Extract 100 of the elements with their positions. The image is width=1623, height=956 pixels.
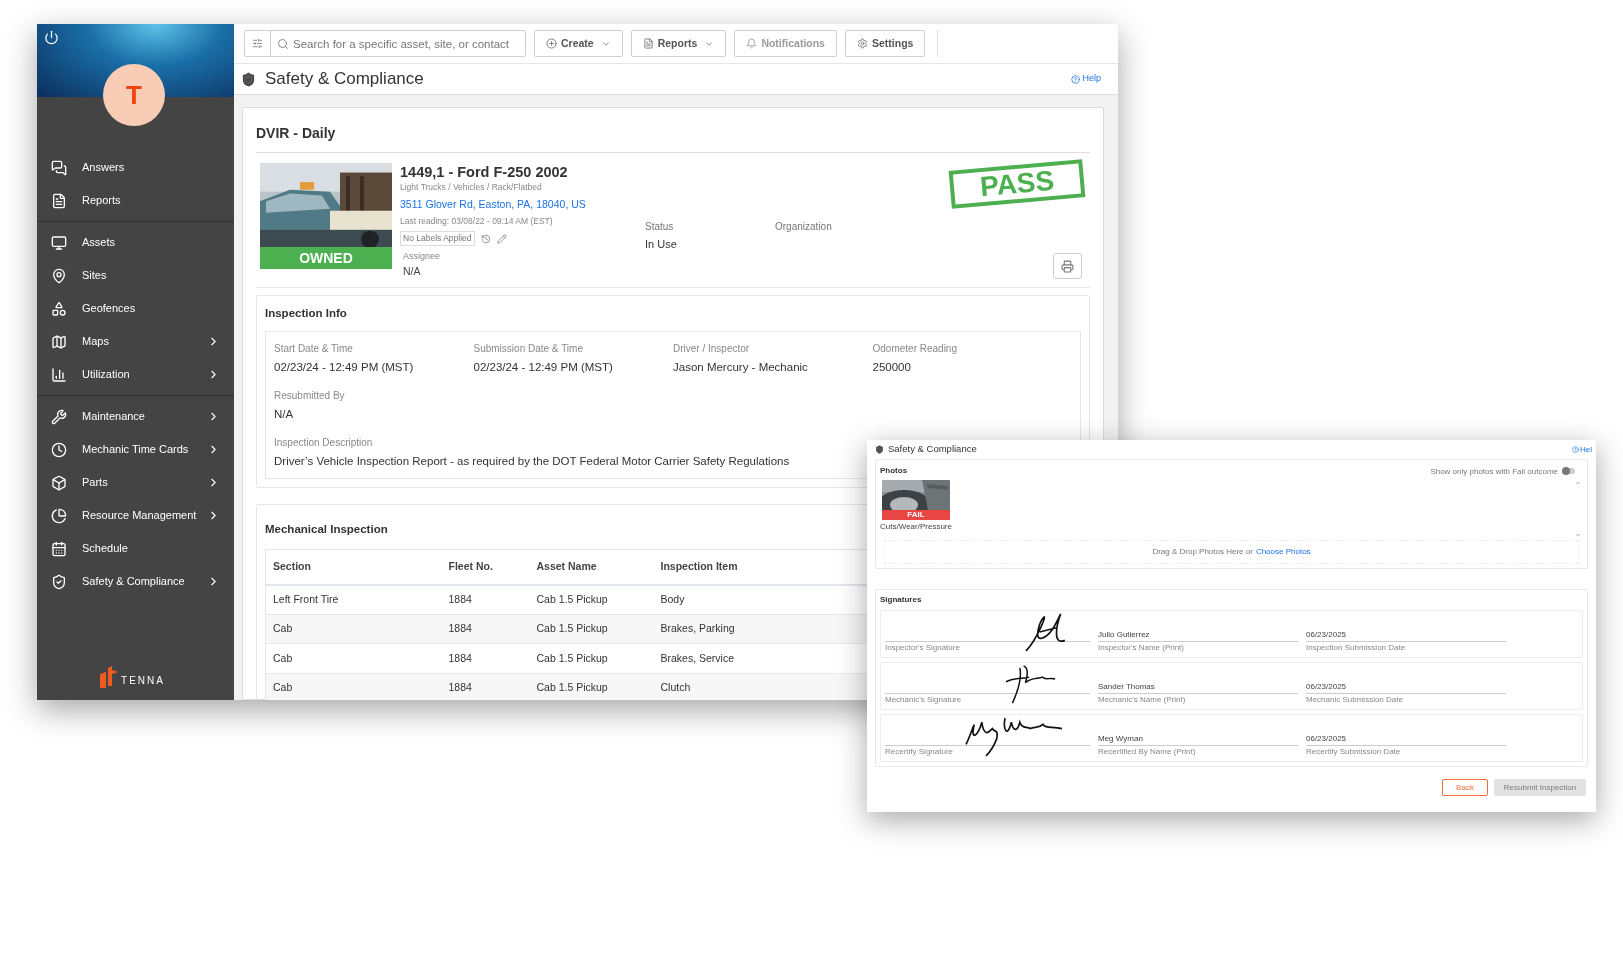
map-icon: [51, 333, 67, 350]
sidebar-item[interactable]: Assets: [37, 226, 234, 259]
table-cell: Cab 1.5 Pickup: [536, 622, 608, 635]
field-label: Inspector's Signature: [885, 642, 960, 654]
toggle-switch[interactable]: [1562, 468, 1575, 474]
field-value: N/A: [274, 406, 294, 422]
sidebar-item[interactable]: Utilization: [37, 358, 234, 391]
field-label: Submission Date & Time: [473, 341, 583, 356]
plus-icon: [546, 38, 557, 49]
signature-drawing: [1025, 613, 1067, 653]
search-field[interactable]: Search for a specific asset, site, or contact: [271, 30, 526, 57]
sidebar-item[interactable]: Mechanic Time Cards: [37, 433, 234, 466]
search-input[interactable]: Search for a specific asset, site, or contact: [293, 31, 525, 56]
field-label: Organization: [775, 220, 833, 234]
choose-photos-link[interactable]: Choose Photos: [1255, 546, 1311, 558]
field-label: Mechanic's Name (Print): [1098, 694, 1186, 706]
shapes-icon: [51, 300, 67, 317]
table-cell: Left Front Tire: [273, 592, 339, 605]
settings-icon: [856, 38, 868, 49]
field-value: 02/23/24 - 12:49 PM (MST): [274, 359, 414, 375]
pass-stamp: PASS: [948, 159, 1086, 209]
column-header: Fleet No.: [448, 560, 493, 573]
toggle-label: Show only photos with Fail outcome: [1430, 466, 1558, 478]
help-link[interactable]: Hel: [1572, 443, 1592, 456]
sidebar-item[interactable]: Safety & Compliance: [37, 565, 234, 598]
table-cell: Clutch: [660, 681, 691, 694]
asset-category: Light Trucks / Vehicles / Rack/Flatbed: [400, 181, 543, 194]
field-value: In Use: [645, 237, 678, 252]
logo-icon: [98, 666, 119, 688]
sidebar-item[interactable]: Reports: [37, 184, 234, 217]
search-icon: [277, 37, 289, 50]
chart-icon: [51, 366, 67, 383]
table-cell: Brakes, Service: [660, 651, 735, 664]
table-cell: Cab 1.5 Pickup: [536, 681, 608, 694]
field-label: Status: [645, 220, 675, 234]
field-value: Jason Mercury - Mechanic: [673, 359, 808, 375]
field-value: Julio Gutierrez: [1098, 629, 1150, 641]
table-cell: Cab 1.5 Pickup: [536, 651, 608, 664]
sidebar-item[interactable]: Maps: [37, 325, 234, 358]
toolbar-button[interactable]: Reports: [630, 30, 727, 57]
section-title: Inspection Info: [265, 306, 348, 322]
table-cell: 1884: [448, 592, 472, 605]
sidebar-item[interactable]: Geofences: [37, 292, 234, 325]
address-link[interactable]: 3511 Glover Rd, Easton, PA, 18040, US: [400, 196, 645, 213]
help-icon: [1572, 446, 1579, 453]
bell-icon: [746, 38, 758, 49]
table-cell: Cab: [273, 651, 293, 664]
drop-zone[interactable]: Drag & Drop Photos Here or Choose Photos: [884, 540, 1579, 564]
help-link[interactable]: Help: [1071, 72, 1101, 86]
sidebar-item[interactable]: Sites: [37, 259, 234, 292]
table-cell: Cab 1.5 Pickup: [536, 592, 608, 605]
section-title: Signatures: [880, 594, 922, 606]
sidebar-item[interactable]: Maintenance: [37, 400, 234, 433]
toolbar-button[interactable]: Create: [534, 30, 623, 57]
power-icon[interactable]: [44, 30, 59, 45]
chat-icon: [51, 159, 67, 176]
field-value: Meg Wyman: [1098, 733, 1143, 745]
field-value: N/A: [403, 263, 422, 279]
sidebar-item[interactable]: Resource Management: [37, 499, 234, 532]
pencil-icon[interactable]: [496, 233, 507, 244]
section-title: Photos: [880, 465, 908, 477]
field-value: Sander Thomas: [1098, 681, 1155, 693]
page-title: Safety & Compliance: [265, 68, 424, 91]
history-icon[interactable]: [480, 233, 491, 244]
clock-icon: [51, 441, 67, 458]
monitor-icon: [51, 234, 67, 251]
sidebar-item[interactable]: Parts: [37, 466, 234, 499]
sidebar-item[interactable]: Answers: [37, 151, 234, 184]
toolbar-button[interactable]: Settings: [844, 30, 926, 57]
table-cell: Brakes, Parking: [660, 622, 735, 635]
scroll-down-icon[interactable]: [1575, 532, 1581, 538]
field-value: 06/23/2025: [1306, 733, 1347, 745]
column-header: Asset Name: [536, 560, 597, 573]
table-cell: Body: [660, 592, 685, 605]
print-button[interactable]: [1053, 253, 1082, 280]
field-label: Mechanic's Signature: [885, 694, 962, 706]
table-cell: Cab: [273, 622, 293, 635]
table-cell: 1884: [448, 681, 472, 694]
ownership-badge: OWNED: [260, 247, 392, 269]
card-title: DVIR - Daily: [256, 108, 1090, 153]
outcome-badge: FAIL: [882, 510, 950, 520]
filter-button[interactable]: [244, 30, 271, 57]
shield-icon: [875, 445, 884, 454]
document-icon: [642, 38, 654, 49]
scroll-up-icon[interactable]: [1575, 480, 1581, 486]
document-icon: [51, 192, 67, 209]
labels-tag: No Labels Applied: [400, 231, 475, 246]
field-value: 02/23/24 - 12:49 PM (MST): [473, 359, 613, 375]
asset-name: 1449,1 - Ford F-250 2002: [400, 163, 569, 181]
field-label: Inspection Description: [274, 436, 373, 450]
filter-icon: [252, 38, 263, 49]
sidebar-item[interactable]: Schedule: [37, 532, 234, 565]
field-label: Recertify Signature: [885, 746, 954, 758]
drop-hint: Drag & Drop Photos Here or: [1152, 546, 1253, 558]
field-label: Inspector's Name (Print): [1098, 642, 1184, 654]
pie-chart-icon: [51, 507, 67, 524]
last-reading: Last reading: 03/08/22 - 09:14 AM (EST): [400, 214, 554, 228]
shield-icon: [241, 71, 256, 87]
field-value: 06/23/2025: [1306, 629, 1347, 641]
field-value: 06/23/2025: [1306, 681, 1347, 693]
